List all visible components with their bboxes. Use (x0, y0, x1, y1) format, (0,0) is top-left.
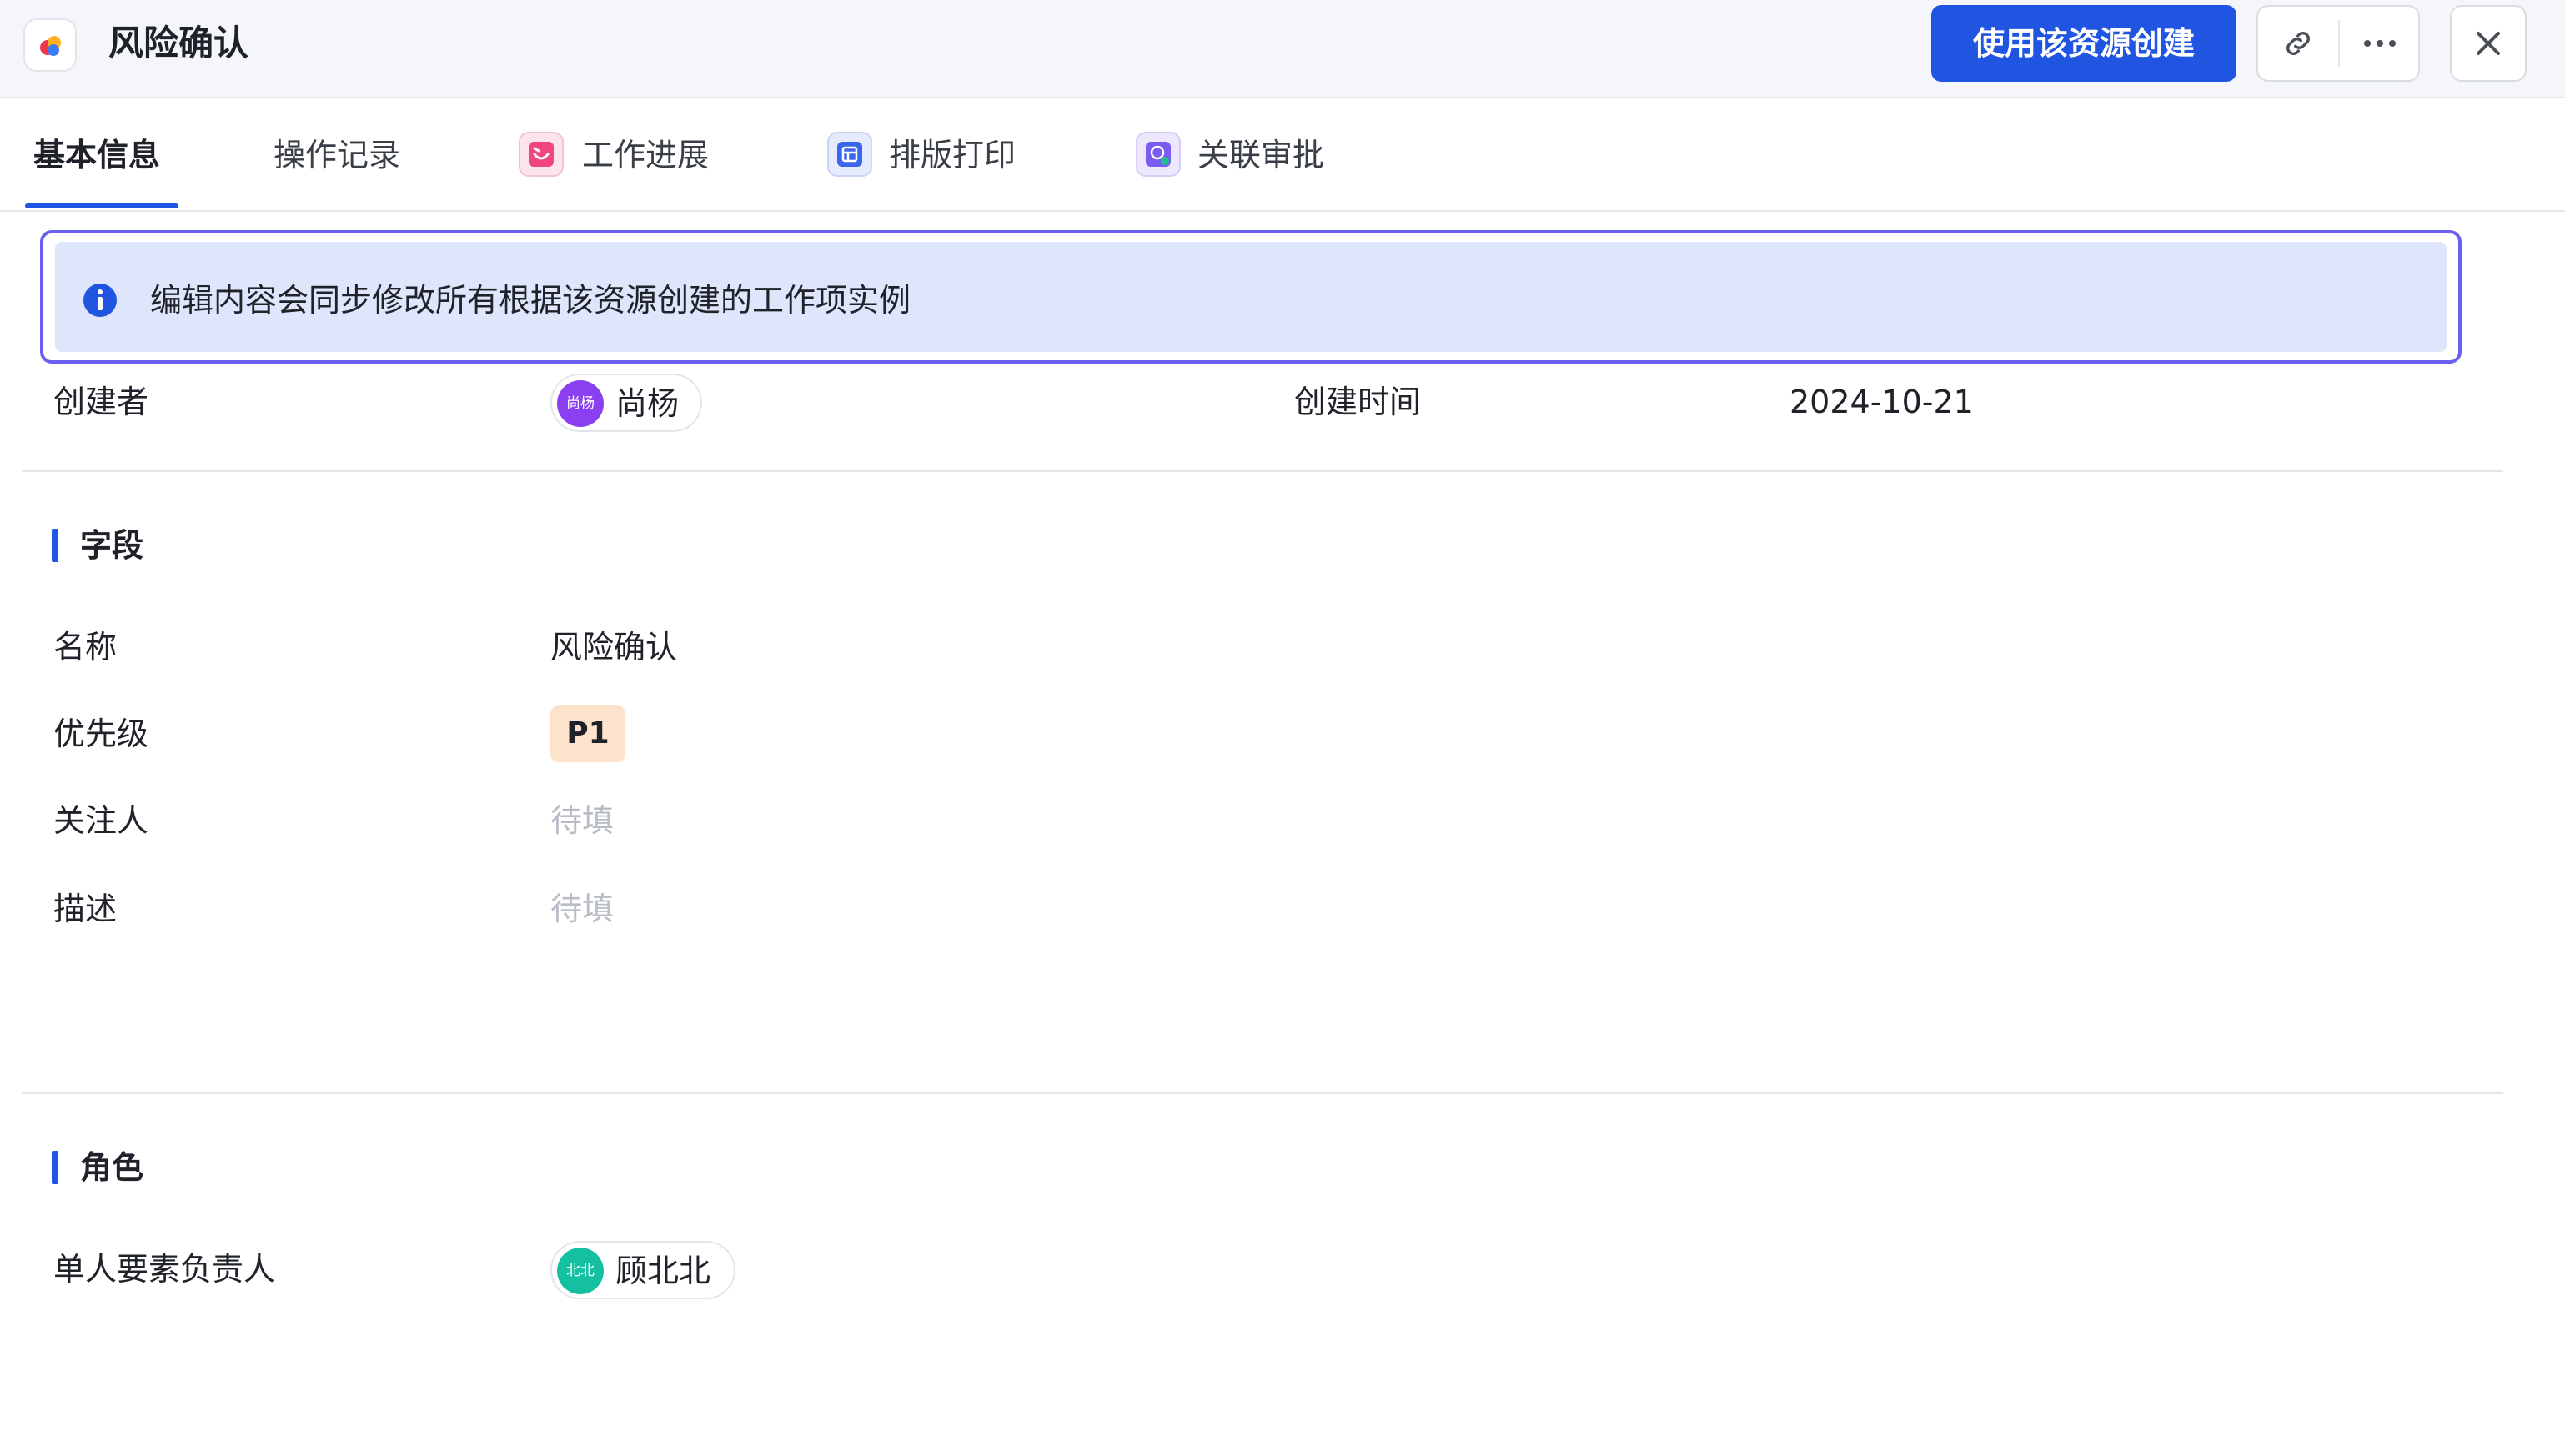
header-bar: 风险确认 使用该资源创建 (0, 0, 2565, 98)
priority-badge[interactable]: P1 (550, 705, 625, 762)
name-label: 名称 (53, 629, 118, 665)
info-icon (83, 284, 117, 317)
use-resource-create-button[interactable]: 使用该资源创建 (1931, 5, 2236, 82)
followers-label: 关注人 (53, 802, 149, 839)
followers-value[interactable]: 待填 (550, 799, 614, 842)
page-title: 风险确认 (108, 23, 249, 63)
owner-name: 顾北北 (615, 1253, 711, 1289)
tab-layout-print[interactable]: 排版打印 (889, 100, 1016, 210)
app-logo-icon (23, 18, 77, 72)
more-icon (2364, 40, 2396, 47)
created-time-label: 创建时间 (1294, 384, 1422, 420)
tab-operation-log[interactable]: 操作记录 (274, 100, 400, 210)
link-button[interactable] (2258, 7, 2338, 80)
description-label: 描述 (53, 891, 118, 927)
approval-icon (1136, 132, 1181, 177)
name-value[interactable]: 风险确认 (550, 625, 677, 669)
action-button-group (2256, 5, 2420, 82)
created-time-value: 2024-10-21 (1789, 384, 1974, 420)
section-marker (52, 529, 58, 562)
creator-name: 尚杨 (615, 385, 680, 422)
description-value[interactable]: 待填 (550, 887, 614, 931)
section-title-fields: 字段 (80, 527, 144, 564)
active-tab-indicator (25, 203, 178, 208)
avatar: 北北 (557, 1248, 604, 1294)
tab-bar: 基本信息 操作记录 工作进展 排版打印 关联审批 (0, 100, 2565, 212)
tab-work-progress[interactable]: 工作进展 (582, 100, 709, 210)
tab-basic-info[interactable]: 基本信息 (33, 100, 160, 210)
priority-label: 优先级 (53, 715, 149, 752)
tab-related-approval[interactable]: 关联审批 (1197, 100, 1324, 210)
more-button[interactable] (2340, 7, 2420, 80)
info-notice-text: 编辑内容会同步修改所有根据该资源创建的工作项实例 (150, 282, 911, 319)
section-title-roles: 角色 (80, 1149, 144, 1186)
divider (22, 1092, 2503, 1094)
close-icon (2477, 32, 2500, 55)
print-layout-icon (827, 132, 872, 177)
owner-label: 单人要素负责人 (53, 1251, 276, 1288)
creator-chip[interactable]: 尚杨 尚杨 (550, 374, 702, 432)
divider (22, 470, 2503, 472)
progress-icon (519, 132, 564, 177)
link-icon (2286, 32, 2310, 55)
avatar: 尚杨 (557, 380, 604, 427)
section-marker (52, 1151, 58, 1184)
owner-chip[interactable]: 北北 顾北北 (550, 1241, 735, 1299)
creator-label: 创建者 (53, 384, 149, 420)
close-button[interactable] (2450, 5, 2527, 82)
